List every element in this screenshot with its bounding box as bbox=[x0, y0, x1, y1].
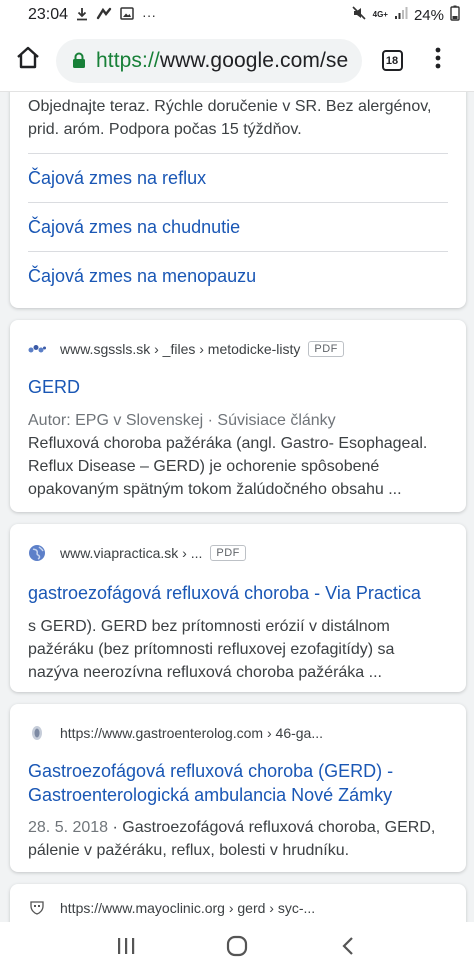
ad-snippet-line-1: Objednajte teraz. Rýchle doručenie v SR.… bbox=[28, 98, 432, 115]
image-icon bbox=[120, 7, 134, 23]
back-button[interactable] bbox=[328, 928, 368, 968]
result-card: https://www.gastroenterolog.com › 46-ga.… bbox=[10, 704, 466, 872]
result-title[interactable]: gastroezofágová refluxová choroba - Via … bbox=[28, 581, 448, 605]
result-card: https://www.mayoclinic.org › gerd › syc-… bbox=[10, 884, 466, 922]
tabs-icon: 18 bbox=[381, 50, 403, 71]
result-source[interactable]: https://www.mayoclinic.org › gerd › syc-… bbox=[28, 896, 448, 920]
signal-icon bbox=[394, 6, 408, 24]
pdf-badge: PDF bbox=[210, 545, 246, 561]
favicon-icon bbox=[28, 340, 46, 358]
result-url: www.viapractica.sk › ... bbox=[60, 545, 203, 561]
ad-card: Objednajte teraz. Rýchle doručenie v SR.… bbox=[10, 92, 466, 308]
battery-icon bbox=[450, 5, 460, 25]
sitelink-menopauzu[interactable]: Čajová zmes na menopauzu bbox=[28, 251, 448, 300]
home-icon bbox=[15, 45, 41, 76]
result-url: www.sgssls.sk › _files › metodicke-listy bbox=[60, 341, 301, 357]
result-source[interactable]: https://www.gastroenterolog.com › 46-ga.… bbox=[28, 721, 448, 745]
download-icon bbox=[76, 7, 88, 24]
more-notifications-icon: ··· bbox=[142, 7, 157, 23]
result-meta: Autor: EPG v Slovenskej · Súvisiace člán… bbox=[28, 412, 336, 429]
sync-icon bbox=[96, 7, 112, 24]
mute-icon bbox=[351, 5, 367, 25]
result-card: www.sgssls.sk › _files › metodicke-listy… bbox=[10, 320, 466, 512]
result-snippet: 28. 5. 2018 · Gastroezofágová refluxová … bbox=[28, 816, 448, 862]
status-notifications: ··· bbox=[76, 7, 156, 24]
system-navigation-bar bbox=[0, 922, 474, 974]
home-button[interactable] bbox=[0, 33, 56, 89]
result-source[interactable]: www.sgssls.sk › _files › metodicke-listy… bbox=[28, 337, 448, 361]
url-text: https://www.google.com/se bbox=[96, 49, 348, 73]
lock-icon bbox=[72, 52, 86, 69]
result-snippet: s GERD). GERD bez prítomnosti erózií v d… bbox=[28, 618, 395, 681]
sitelink-reflux[interactable]: Čajová zmes na reflux bbox=[28, 153, 448, 202]
favicon-icon bbox=[28, 899, 46, 917]
browser-menu-button[interactable] bbox=[418, 33, 458, 89]
recents-icon bbox=[116, 937, 136, 960]
globe-icon bbox=[28, 544, 46, 562]
browser-toolbar: https://www.google.com/se 18 bbox=[0, 30, 474, 92]
sitelink-chudnutie[interactable]: Čajová zmes na chudnutie bbox=[28, 202, 448, 251]
status-bar: 23:04 ··· 4G+ 24% bbox=[0, 0, 474, 30]
result-url: https://www.mayoclinic.org › gerd › syc-… bbox=[60, 900, 316, 916]
ad-snippet-line-2: prid. aróm. Podpora počas 15 týždňov. bbox=[28, 121, 302, 138]
battery-percent: 24% bbox=[413, 6, 444, 24]
more-vert-icon bbox=[435, 47, 441, 74]
status-time: 23:04 bbox=[28, 6, 69, 23]
status-right: 4G+ 24% bbox=[351, 5, 460, 25]
home-nav-button[interactable] bbox=[217, 928, 257, 968]
search-results: Objednajte teraz. Rýchle doručenie v SR.… bbox=[0, 92, 474, 922]
url-scheme: https:// bbox=[96, 48, 160, 72]
result-date: 28. 5. 2018 bbox=[28, 819, 109, 836]
back-icon bbox=[341, 936, 355, 961]
result-title[interactable]: Gastroezofágová refluxová choroba (GERD)… bbox=[28, 759, 448, 807]
result-snippet: Refluxová choroba pažéráka (angl. Gastro… bbox=[28, 435, 428, 498]
pdf-badge: PDF bbox=[308, 341, 344, 357]
network-type: 4G+ bbox=[372, 10, 388, 19]
result-url: https://www.gastroenterolog.com › 46-ga.… bbox=[60, 725, 324, 741]
result-source[interactable]: www.viapractica.sk › ... PDF bbox=[28, 541, 448, 565]
result-title[interactable]: GERD bbox=[28, 375, 448, 399]
url-host: www.google.com/se bbox=[159, 48, 349, 72]
home-nav-icon bbox=[226, 935, 248, 962]
favicon-icon bbox=[28, 724, 46, 742]
tab-switcher-button[interactable]: 18 bbox=[366, 33, 418, 89]
recents-button[interactable] bbox=[106, 928, 146, 968]
address-bar[interactable]: https://www.google.com/se bbox=[56, 38, 362, 83]
result-card: www.viapractica.sk › ... PDF gastroezofá… bbox=[10, 524, 466, 692]
